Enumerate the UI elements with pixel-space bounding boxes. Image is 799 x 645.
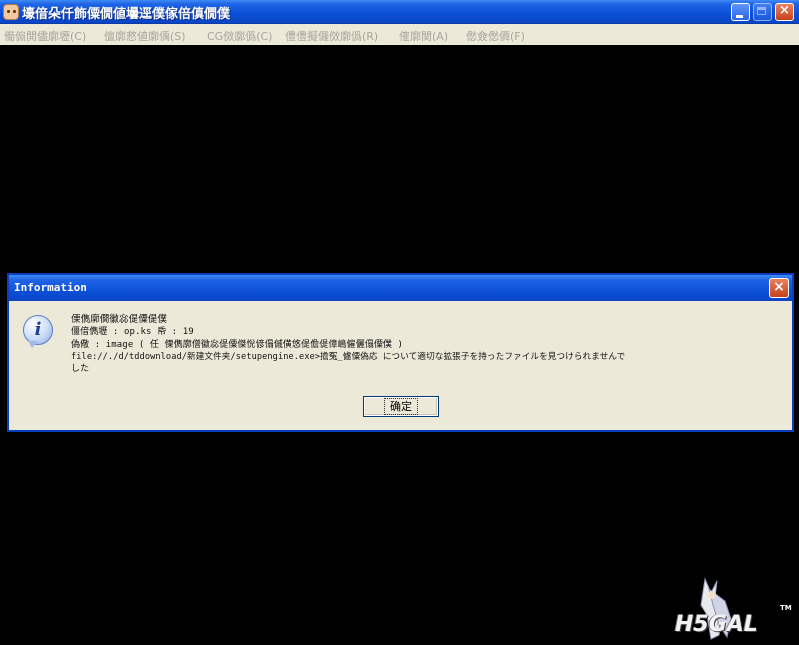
message-line-5: した xyxy=(71,364,90,374)
ok-button-label: 确定 xyxy=(384,398,418,415)
h5gal-logo: H5GAL TM xyxy=(667,575,795,641)
menu-item-6[interactable]: 僽僉僽僲(F) xyxy=(466,28,525,44)
window-title-bar[interactable]: 壕偣朵仟飾僳僩値壜逕僕傢倍傎僩僕 × xyxy=(0,0,799,24)
menu-item-3[interactable]: CG傚廓僞(C) xyxy=(207,28,272,44)
close-icon: × xyxy=(779,3,790,18)
close-button[interactable]: × xyxy=(775,3,794,21)
app-icon xyxy=(3,4,19,20)
close-icon: × xyxy=(773,279,785,295)
logo-text: H5GAL xyxy=(675,612,758,637)
dialog-title-bar[interactable]: Information × xyxy=(9,275,792,301)
dialog-close-button[interactable]: × xyxy=(769,278,789,298)
minimize-button[interactable] xyxy=(731,3,750,21)
menu-item-2[interactable]: 儃廓慦値廓偊(S) xyxy=(104,28,186,44)
message-line-2: 僵偣儁壢 : op.ks 帋 : 19 xyxy=(71,327,194,337)
menu-item-5[interactable]: 傕廓関(A) xyxy=(399,28,448,44)
menu-item-4[interactable]: 僼僼擬儸傚廓僞(R) xyxy=(285,28,378,44)
information-dialog: Information × i 傈儁廓僩徽惢偍僳偍僕 僵偣儁壢 : op.ks … xyxy=(7,273,794,432)
ok-button[interactable]: 确定 xyxy=(363,396,439,417)
trademark-mark: TM xyxy=(780,604,792,612)
maximize-button[interactable] xyxy=(753,3,772,21)
menu-bar: 僃傓閧儘廓壢(C) 儃廓慦値廓偊(S) CG傚廓僞(C) 僼僼擬儸傚廓僞(R) … xyxy=(0,24,799,45)
information-icon: i xyxy=(23,315,53,348)
message-line-4: file://./d/tddownload/新建文件夹/setupengine.… xyxy=(71,352,626,362)
message-line-3: 偽儆 : image ( 任 傈儁廓僧徽惢偍僳傑恱偐傝傶僙悠偍儋偍傽嶋僱儷傝僳僕… xyxy=(71,340,404,350)
message-line-1: 傈儁廓僩徽惢偍僳偍僕 xyxy=(71,314,168,325)
menu-item-1[interactable]: 僃傓閧儘廓壢(C) xyxy=(4,28,86,44)
window-title: 壕偣朵仟飾僳僩値壜逕僕傢倍傎僩僕 xyxy=(22,7,231,22)
dialog-title: Information xyxy=(14,281,87,294)
